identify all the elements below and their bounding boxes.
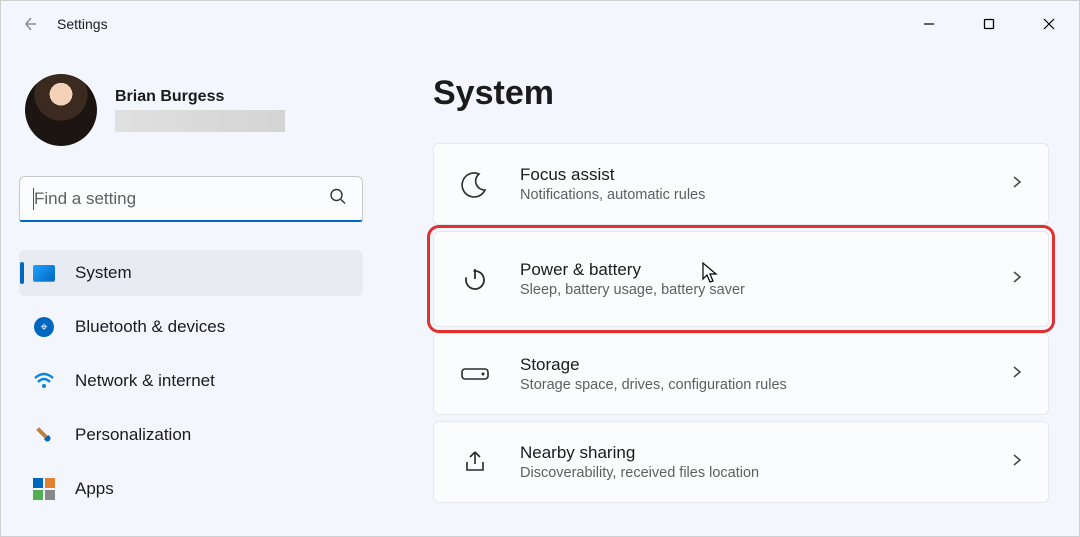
sidebar-item-bluetooth[interactable]: ⌖ Bluetooth & devices xyxy=(19,304,363,350)
bluetooth-icon: ⌖ xyxy=(33,316,55,338)
back-button[interactable] xyxy=(19,14,39,34)
card-power-battery[interactable]: Power & battery Sleep, battery usage, ba… xyxy=(433,231,1049,327)
window-controls xyxy=(899,1,1079,46)
minimize-button[interactable] xyxy=(899,1,959,46)
card-subtitle: Notifications, automatic rules xyxy=(520,187,1010,203)
card-subtitle: Sleep, battery usage, battery saver xyxy=(520,282,1010,298)
chevron-right-icon xyxy=(1010,270,1024,289)
user-profile[interactable]: Brian Burgess xyxy=(19,74,363,146)
share-icon xyxy=(460,447,490,477)
chevron-right-icon xyxy=(1010,453,1024,472)
maximize-button[interactable] xyxy=(959,1,1019,46)
card-title: Storage xyxy=(520,355,1010,375)
search-field[interactable] xyxy=(19,176,363,222)
card-title: Focus assist xyxy=(520,165,1010,185)
avatar xyxy=(25,74,97,146)
card-subtitle: Storage space, drives, configuration rul… xyxy=(520,377,1010,393)
wifi-icon xyxy=(33,370,55,392)
titlebar: Settings xyxy=(1,1,1079,46)
maximize-icon xyxy=(983,18,995,30)
chevron-right-icon xyxy=(1010,365,1024,384)
page-title: System xyxy=(433,74,1049,113)
user-email-redacted xyxy=(115,110,285,132)
apps-icon xyxy=(33,478,55,500)
close-icon xyxy=(1043,18,1055,30)
sidebar-item-label: Bluetooth & devices xyxy=(75,317,225,337)
nav-list: System ⌖ Bluetooth & devices Network & i… xyxy=(19,250,363,512)
sidebar-item-personalization[interactable]: Personalization xyxy=(19,412,363,458)
close-button[interactable] xyxy=(1019,1,1079,46)
card-focus-assist[interactable]: Focus assist Notifications, automatic ru… xyxy=(433,143,1049,225)
power-icon xyxy=(460,264,490,294)
sidebar-item-network[interactable]: Network & internet xyxy=(19,358,363,404)
search-icon xyxy=(329,188,347,211)
system-icon xyxy=(33,262,55,284)
main-panel: System Focus assist Notifications, autom… xyxy=(381,46,1079,536)
sidebar-item-label: System xyxy=(75,263,132,283)
sidebar-item-apps[interactable]: Apps xyxy=(19,466,363,512)
paintbrush-icon xyxy=(33,424,55,446)
card-subtitle: Discoverability, received files location xyxy=(520,465,1010,481)
card-title: Power & battery xyxy=(520,260,1010,280)
sidebar: Brian Burgess System ⌖ Bluetooth & devic… xyxy=(1,46,381,536)
text-cursor xyxy=(33,188,34,210)
storage-icon xyxy=(460,359,490,389)
minimize-icon xyxy=(923,18,935,30)
sidebar-item-label: Personalization xyxy=(75,425,191,445)
user-name: Brian Burgess xyxy=(115,88,363,106)
arrow-left-icon xyxy=(21,16,37,32)
moon-icon xyxy=(460,169,490,199)
sidebar-item-label: Apps xyxy=(75,479,114,499)
card-title: Nearby sharing xyxy=(520,443,1010,463)
app-title: Settings xyxy=(57,16,108,32)
search-input[interactable] xyxy=(19,176,363,222)
sidebar-item-system[interactable]: System xyxy=(19,250,363,296)
sidebar-item-label: Network & internet xyxy=(75,371,215,391)
card-nearby-sharing[interactable]: Nearby sharing Discoverability, received… xyxy=(433,421,1049,503)
chevron-right-icon xyxy=(1010,175,1024,194)
card-storage[interactable]: Storage Storage space, drives, configura… xyxy=(433,333,1049,415)
